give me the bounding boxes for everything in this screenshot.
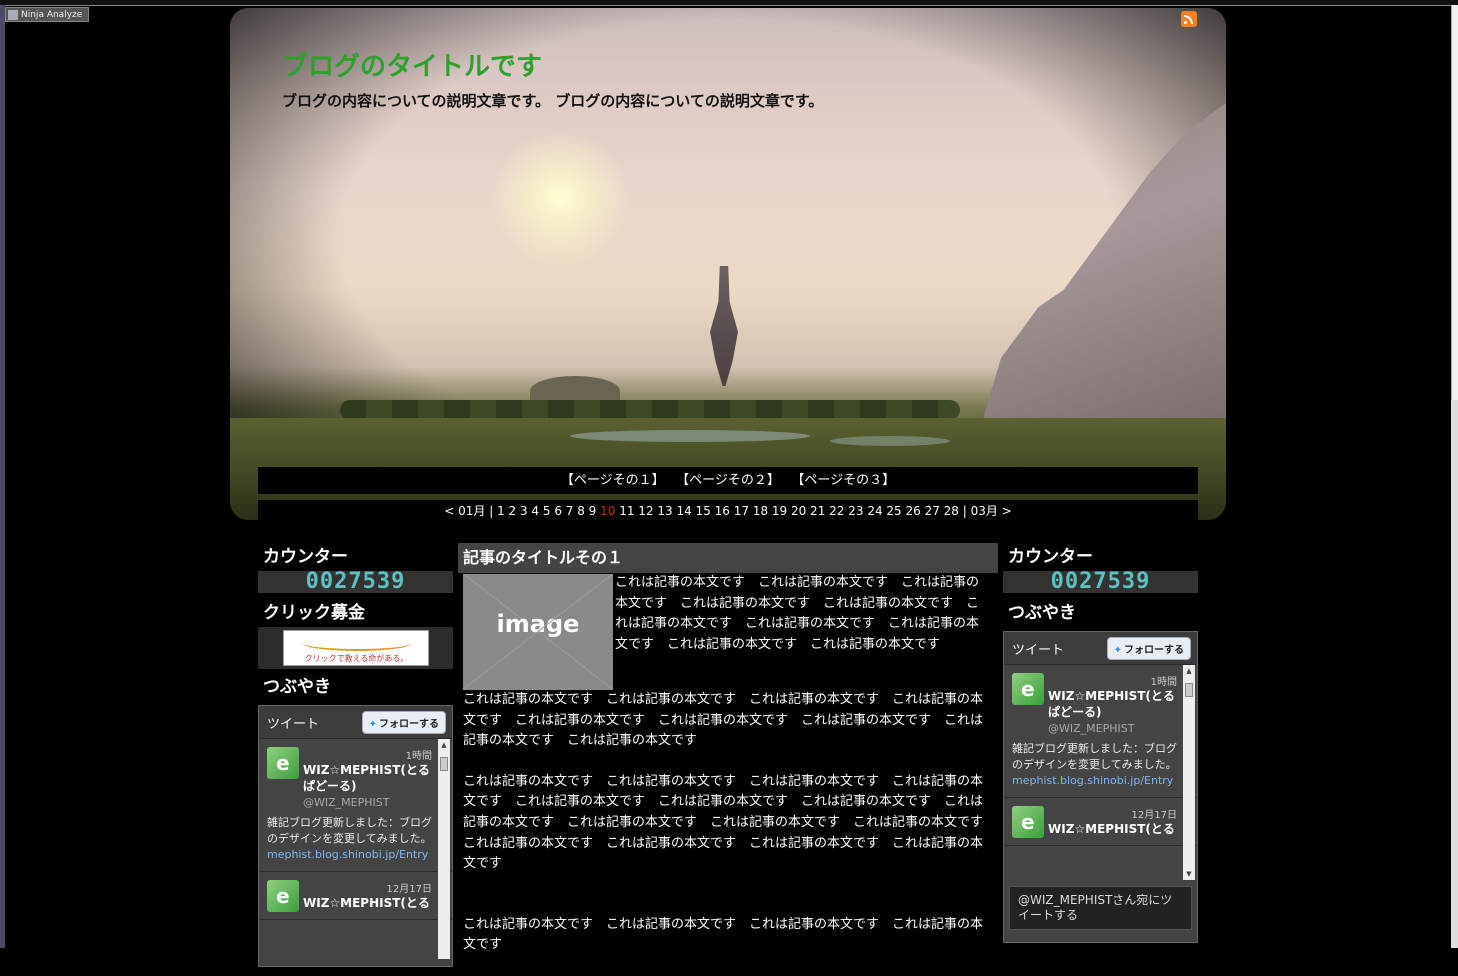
tweet-avatar[interactable] bbox=[1012, 806, 1044, 838]
counter-value: 0027539 bbox=[1050, 569, 1151, 594]
twitter-bird-icon: ✦ bbox=[1113, 644, 1122, 656]
bokin-logo-icon bbox=[301, 635, 412, 651]
tweet-avatar[interactable] bbox=[267, 747, 299, 779]
counter-title: カウンター bbox=[1008, 547, 1093, 567]
page-scrollbar-thumb[interactable] bbox=[1451, 5, 1458, 400]
twitter-header-label: ツイート bbox=[267, 716, 320, 732]
header-floating-tower bbox=[710, 266, 738, 386]
access-counter: 0027539 bbox=[258, 571, 453, 593]
counter-value: 0027539 bbox=[305, 569, 406, 594]
tweet-item[interactable]: 1時間 WIZ☆MEPHIST(とるぱどーる) @WIZ_MEPHIST 雑記ブ… bbox=[259, 739, 452, 872]
scroll-down-icon[interactable]: ▼ bbox=[1183, 868, 1195, 880]
header-pond bbox=[570, 430, 810, 442]
tweet-author-handle[interactable]: @WIZ_MEPHIST bbox=[303, 796, 432, 809]
blog-description: ブログの内容についての説明文章です。 ブログの内容についての説明文章です。 bbox=[282, 92, 824, 110]
tweet-reply-box[interactable]: @WIZ_MEPHISTさん宛にツイートする bbox=[1009, 886, 1192, 930]
post-title[interactable]: 記事のタイトルその１ bbox=[458, 543, 998, 573]
counter-title: カウンター bbox=[263, 547, 348, 567]
calendar-next-month[interactable]: 03月 > bbox=[971, 504, 1012, 518]
tweet-avatar[interactable] bbox=[1012, 673, 1044, 705]
browser-top-border bbox=[0, 0, 1458, 6]
page-menu: 【ページその１】 【ページその２】 【ページその３】 bbox=[258, 467, 1198, 494]
blog-title[interactable]: ブログのタイトルです bbox=[282, 46, 542, 83]
tweet-author-name[interactable]: WIZ☆MEPHIST(とるぱどーる) bbox=[303, 762, 432, 794]
bokin-banner[interactable]: クリックで救える命がある。 bbox=[282, 630, 429, 666]
main-content: 記事のタイトルその１ image これは記事の本文です これは記事の本文です こ… bbox=[458, 543, 998, 976]
tweet-author-name[interactable]: WIZ☆MEPHIST(とるぱどーる) bbox=[1048, 688, 1177, 720]
twitter-scrollbar[interactable]: ▲ bbox=[438, 739, 450, 959]
header-sun bbox=[490, 128, 630, 268]
twitter-widget: ツイート ✦フォローする 1時間 WIZ☆MEPHIST(とるぱどーる) @WIZ… bbox=[258, 705, 453, 967]
calendar-days-before: 1 2 3 4 5 6 7 8 9 bbox=[497, 504, 601, 518]
twitter-follow-label: フォローする bbox=[1124, 644, 1184, 656]
tweet-item[interactable]: 1時間 WIZ☆MEPHIST(とるぱどーる) @WIZ_MEPHIST 雑記ブ… bbox=[1004, 665, 1197, 798]
tweet-link[interactable]: mephist.blog.shinobi.jp/Entry bbox=[267, 847, 432, 863]
window-left-edge bbox=[0, 5, 5, 948]
twitter-scroll-thumb[interactable] bbox=[1185, 683, 1193, 697]
calendar-prev-month[interactable]: < 01月 bbox=[444, 504, 485, 518]
post-body: image これは記事の本文です これは記事の本文です これは記事の本文です こ… bbox=[458, 573, 998, 956]
twitter-widget-header: ツイート ✦ フォローする bbox=[1004, 632, 1197, 665]
twitter-header-label: ツイート bbox=[1012, 642, 1065, 658]
twitter-follow-label: フォローする bbox=[379, 718, 439, 730]
scroll-up-icon[interactable]: ▲ bbox=[1183, 665, 1195, 677]
tweet-text: 雑記ブログ更新しました：ブログのデザインを変更してみました。 bbox=[1012, 742, 1177, 771]
twitter-follow-button[interactable]: ✦ フォローする bbox=[361, 710, 446, 734]
tweet-text: 雑記ブログ更新しました：ブログのデザインを変更してみました。 bbox=[267, 816, 432, 845]
tweet-author-name[interactable]: WIZ☆MEPHIST(とる bbox=[303, 895, 432, 911]
right-sidebar: カウンター 0027539 つぶやき ツイート ✦フォローする 1時間 WIZ☆M… bbox=[1003, 543, 1198, 943]
tweet-link[interactable]: mephist.blog.shinobi.jp/Entry bbox=[1012, 773, 1177, 789]
twitter-widget: ツイート ✦フォローする 1時間 WIZ☆MEPHIST(とるぱどーる) @WIZ… bbox=[1003, 631, 1198, 943]
left-sidebar: カウンター 0027539 クリック募金 クリックで救える命がある。 つぶやき … bbox=[258, 543, 453, 967]
calendar-bar: < 01月 | 1 2 3 4 5 6 7 8 9 10 11 12 13 14… bbox=[258, 500, 1198, 522]
menu-item-page-1[interactable]: 【ページその１】 bbox=[561, 473, 665, 488]
twitter-follow-button[interactable]: ✦ フォローする bbox=[1106, 636, 1191, 660]
blog-header: ブログのタイトルです ブログの内容についての説明文章です。 ブログの内容について… bbox=[230, 8, 1226, 520]
menu-item-page-2[interactable]: 【ページその２】 bbox=[683, 473, 780, 488]
bokin-banner-text: クリックで救える命がある。 bbox=[304, 654, 409, 663]
tweet-avatar[interactable] bbox=[267, 880, 299, 912]
menu-item-page-3[interactable]: 【ページその３】 bbox=[798, 473, 895, 488]
header-pond-2 bbox=[830, 436, 950, 446]
page-scrollbar[interactable] bbox=[1451, 5, 1458, 948]
twitter-timeline: 1時間 WIZ☆MEPHIST(とるぱどーる) @WIZ_MEPHIST 雑記ブ… bbox=[1004, 665, 1197, 880]
post-image-placeholder: image bbox=[463, 574, 613, 690]
rss-icon[interactable] bbox=[1181, 11, 1197, 27]
twitter-scrollbar[interactable]: ▲ ▼ bbox=[1183, 665, 1195, 880]
tweet-author-name[interactable]: WIZ☆MEPHIST(とる bbox=[1048, 821, 1177, 837]
tweets-title: つぶやき bbox=[1008, 603, 1076, 623]
ninja-analyze-badge[interactable]: Ninja Analyze bbox=[5, 7, 89, 22]
access-counter: 0027539 bbox=[1003, 571, 1198, 593]
bokin-title: クリック募金 bbox=[263, 603, 365, 623]
header-trees bbox=[340, 400, 960, 420]
bokin-box: クリックで救える命がある。 bbox=[258, 627, 453, 669]
tweet-author-handle[interactable]: @WIZ_MEPHIST bbox=[1048, 722, 1177, 735]
post-paragraph: これは記事の本文です これは記事の本文です これは記事の本文です これは記事の本… bbox=[463, 916, 984, 953]
tweet-item[interactable]: 12月17日 WIZ☆MEPHIST(とる bbox=[259, 872, 452, 920]
twitter-timeline: 1時間 WIZ☆MEPHIST(とるぱどーる) @WIZ_MEPHIST 雑記ブ… bbox=[259, 739, 452, 959]
tweets-title: つぶやき bbox=[263, 677, 331, 697]
twitter-bird-icon: ✦ bbox=[368, 718, 377, 730]
ninja-icon bbox=[8, 9, 18, 20]
twitter-scroll-thumb[interactable] bbox=[440, 757, 448, 771]
header-cliff bbox=[976, 103, 1226, 443]
tweet-item[interactable]: 12月17日 WIZ☆MEPHIST(とる bbox=[1004, 798, 1197, 846]
ninja-analyze-label: Ninja Analyze bbox=[21, 10, 83, 20]
twitter-widget-header: ツイート ✦ フォローする bbox=[259, 706, 452, 739]
calendar-days-after: 11 12 13 14 15 16 17 18 19 20 21 22 23 2… bbox=[615, 504, 959, 518]
image-placeholder-label: image bbox=[496, 610, 580, 638]
post-paragraph: これは記事の本文です これは記事の本文です これは記事の本文です これは記事の本… bbox=[463, 773, 997, 872]
scroll-up-icon[interactable]: ▲ bbox=[438, 739, 450, 751]
post-paragraph: これは記事の本文です これは記事の本文です これは記事の本文です これは記事の本… bbox=[463, 692, 984, 749]
calendar-today: 10 bbox=[600, 504, 616, 518]
